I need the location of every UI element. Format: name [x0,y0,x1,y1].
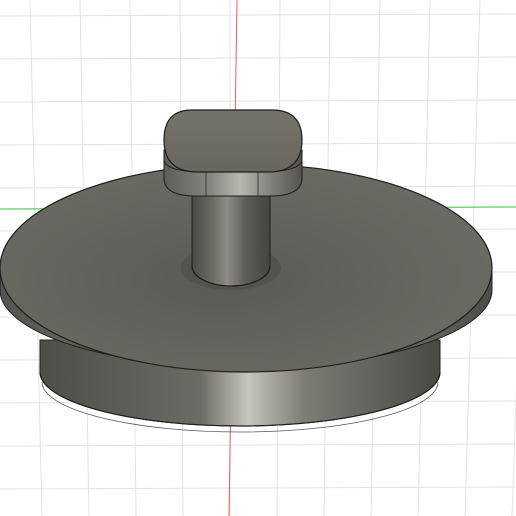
knob-cap[interactable] [163,109,303,197]
cad-3d-viewport[interactable] [0,0,516,516]
grid-line [0,99,516,103]
grid-line [0,486,516,490]
grid-line [0,13,516,17]
knob-stem[interactable] [191,191,271,287]
grid-line [0,443,516,447]
grid-line [511,386,516,516]
grid-line [0,56,516,60]
viewport-canvas [0,0,516,516]
